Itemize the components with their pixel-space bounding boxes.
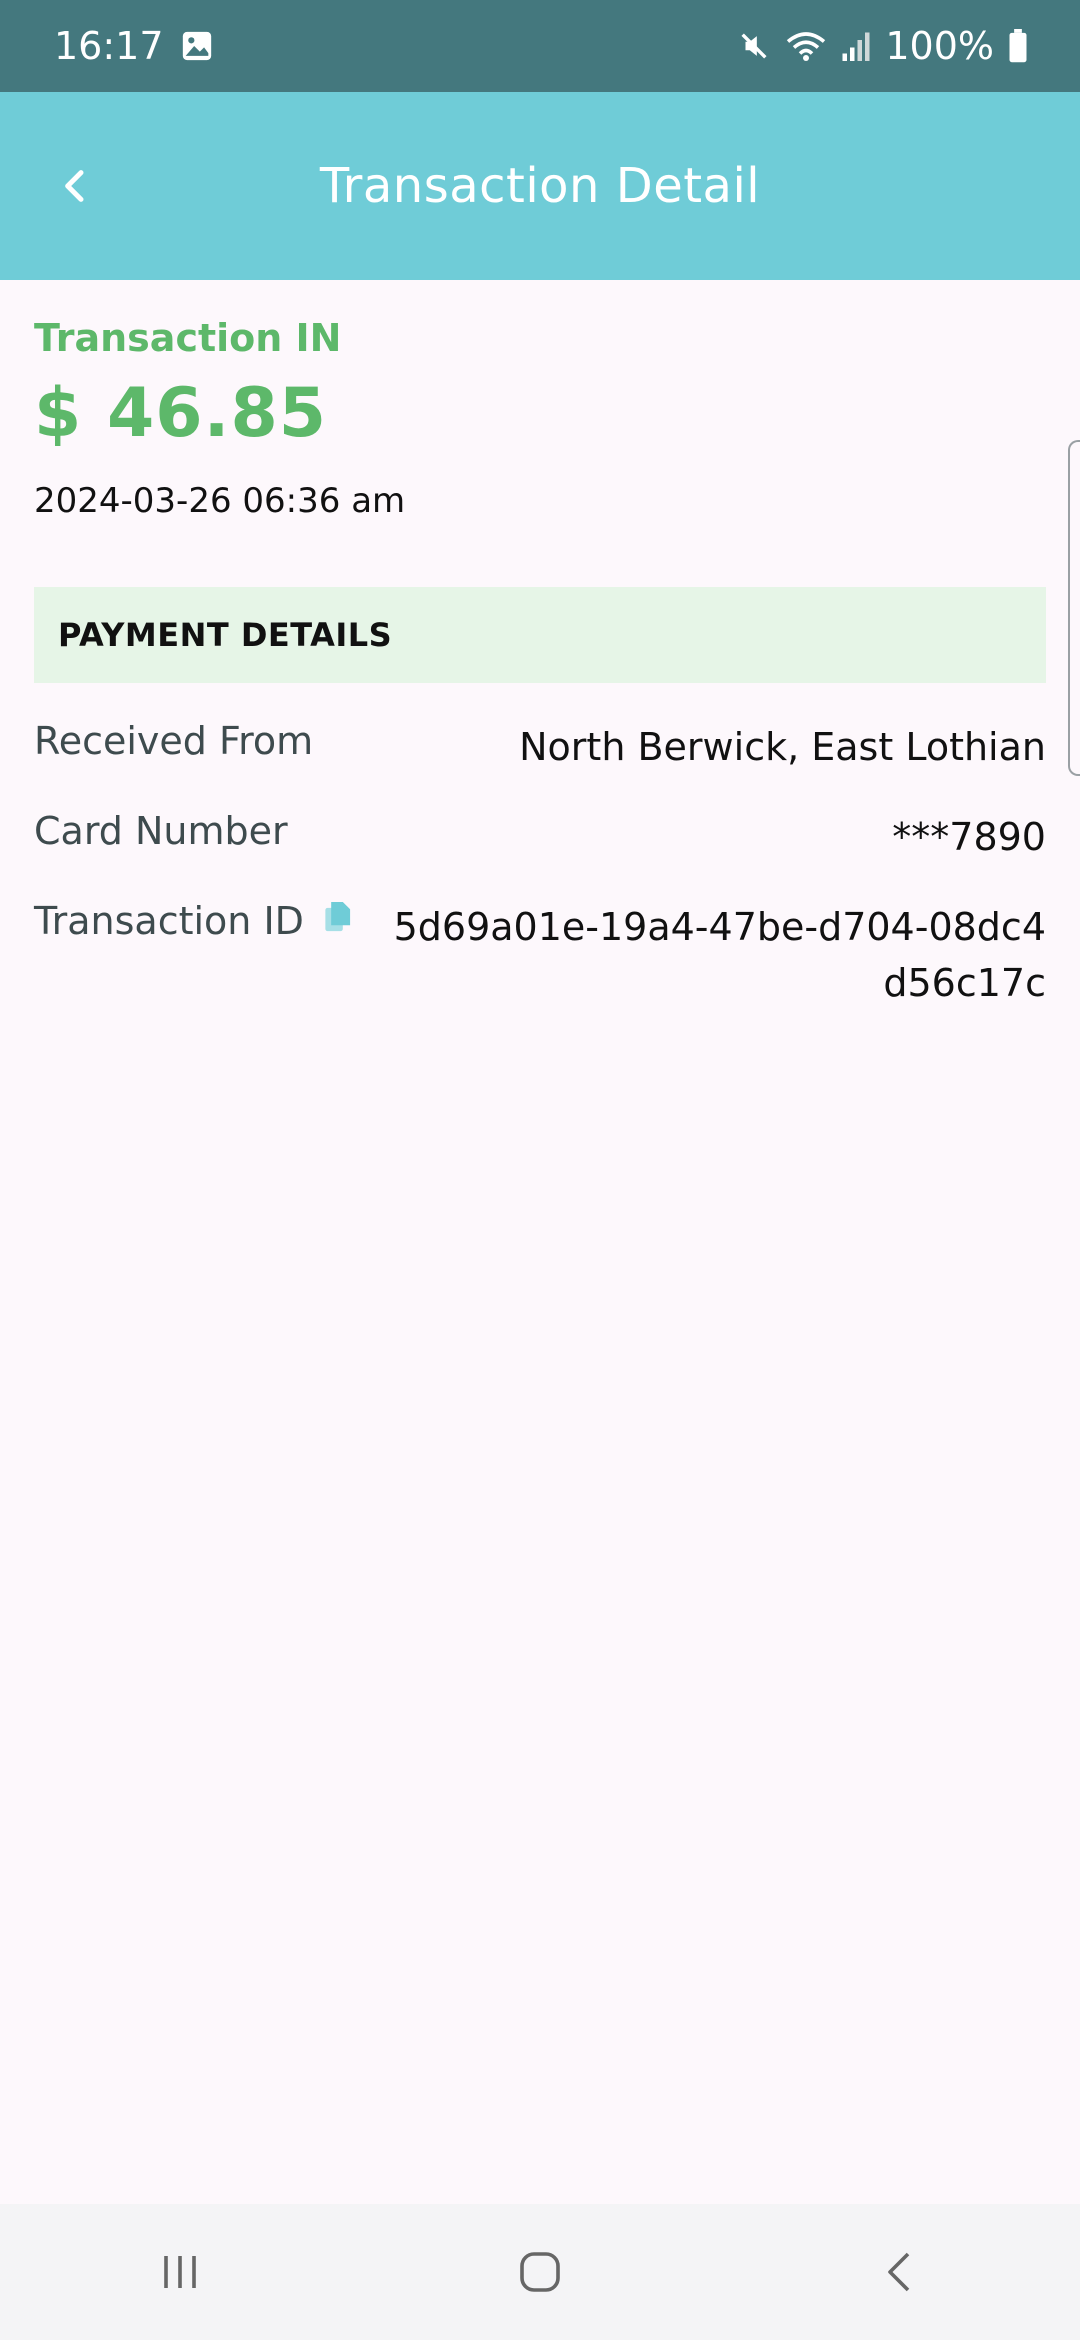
detail-row-received-from: Received From North Berwick, East Lothia… [34,719,1046,775]
image-icon [180,29,214,63]
transaction-id-value: 5d69a01e-19a4-47be-d704-08dc4d56c17c [393,905,1046,1005]
detail-row-transaction-id: Transaction ID 5d69a01e-19a4-47be-d704-0… [34,899,1046,1011]
status-bar: 16:17 100% [0,0,1080,92]
transaction-content: Transaction IN $ 46.85 2024-03-26 06:36 … [34,280,1046,1011]
battery-icon [1008,29,1028,63]
recent-apps-button[interactable] [120,2222,240,2322]
transaction-id-label-group: Transaction ID [34,899,352,943]
card-number-value: ***7890 [892,815,1046,859]
transaction-date: 2024-03-26 06:36 am [34,481,406,521]
page-title: Transaction Detail [319,158,761,214]
status-left: 16:17 [54,24,214,68]
card-number-label: Card Number [34,809,288,853]
back-icon [888,2252,910,2292]
copy-icon[interactable] [322,899,352,943]
mute-icon [737,29,771,63]
payment-details-header: PAYMENT DETAILS [34,587,1046,683]
battery-text: 100% [885,24,994,68]
home-button[interactable] [480,2222,600,2322]
received-from-value: North Berwick, East Lothian [519,725,1046,769]
home-icon [520,2252,560,2292]
received-from-label: Received From [34,719,314,763]
status-time: 16:17 [54,24,164,68]
signal-icon [841,29,871,63]
transaction-id-label: Transaction ID [34,899,304,943]
status-right: 100% [737,24,1028,68]
scroll-handle[interactable] [1068,440,1080,776]
transaction-type: Transaction IN [34,316,342,360]
wifi-icon [785,29,827,63]
app-bar: Transaction Detail [0,92,1080,280]
detail-row-card-number: Card Number ***7890 [34,809,1046,865]
transaction-amount: $ 46.85 [34,374,328,453]
recent-apps-icon [164,2256,196,2288]
nav-back-button[interactable] [840,2222,960,2322]
system-nav-bar [0,2204,1080,2340]
